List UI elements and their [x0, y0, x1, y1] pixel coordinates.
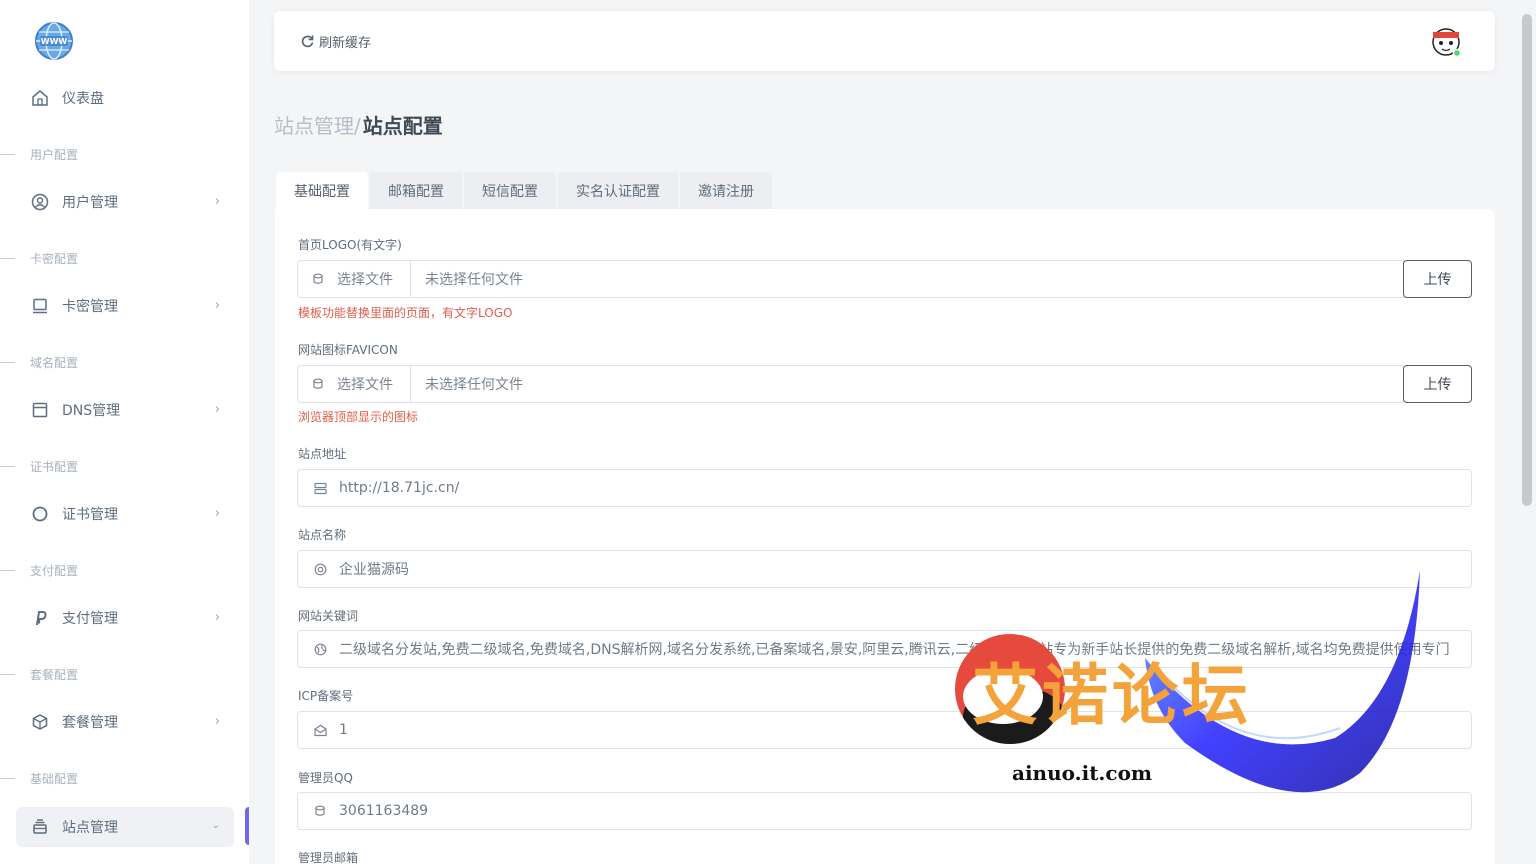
sidebar-section-payment: 支付配置: [0, 562, 78, 578]
favicon-choose-file-button[interactable]: 选择文件: [298, 366, 411, 402]
logo-choose-file-button[interactable]: 选择文件: [298, 261, 411, 297]
refresh-cache-label: 刷新缓存: [319, 35, 372, 51]
sidebar-section-basic: 基础配置: [0, 770, 78, 786]
sidebar-item-label: DNS管理: [62, 403, 121, 419]
tray-icon: [30, 817, 50, 837]
sidebar-item-package-management[interactable]: 套餐管理 ›: [16, 702, 234, 742]
chevron-right-icon: ›: [214, 506, 220, 521]
package-icon: [30, 712, 50, 732]
paypal-icon: [30, 608, 50, 628]
favicon-file-name: 未选择任何文件: [425, 377, 523, 393]
top-navbar: 刷新缓存: [274, 11, 1495, 71]
globe-icon: [313, 642, 327, 656]
chevron-right-icon: ›: [214, 402, 220, 417]
sidebar-item-dns-management[interactable]: DNS管理 ›: [16, 390, 234, 430]
tab-realname-config[interactable]: 实名认证配置: [558, 172, 678, 209]
icp-input[interactable]: 1: [297, 711, 1472, 749]
user-avatar[interactable]: [1429, 25, 1463, 59]
logo-file-name: 未选择任何文件: [425, 272, 523, 288]
icp-label: ICP备案号: [298, 689, 354, 703]
site-logo-globe-icon[interactable]: WWW: [34, 21, 74, 61]
at-sign-icon: [313, 562, 327, 576]
logo-file-input[interactable]: 选择文件 未选择任何文件: [297, 260, 1404, 298]
sidebar-item-label: 卡密管理: [62, 299, 118, 315]
chevron-right-icon: ›: [214, 194, 220, 209]
sidebar-section-card: 卡密配置: [0, 250, 78, 266]
sidebar-item-label: 证书管理: [62, 507, 118, 523]
favicon-upload-button[interactable]: 上传: [1403, 365, 1472, 403]
config-form-card: 首页LOGO(有文字) 选择文件 未选择任何文件 上传 模板功能替换里面的页面，…: [275, 209, 1495, 864]
site-url-label: 站点地址: [298, 447, 347, 461]
chevron-right-icon: ›: [214, 610, 220, 625]
sidebar-section-user: 用户配置: [0, 146, 78, 162]
tab-email-config[interactable]: 邮箱配置: [370, 172, 462, 209]
browser-window-icon: [30, 400, 50, 420]
sidebar-section-domain: 域名配置: [0, 354, 78, 370]
sidebar-item-label: 用户管理: [62, 195, 118, 211]
database-icon: [312, 378, 324, 390]
config-tabs: 基础配置 邮箱配置 短信配置 实名认证配置 邀请注册: [276, 172, 774, 209]
logo-file-group: 选择文件 未选择任何文件 上传: [297, 260, 1472, 298]
site-name-input[interactable]: 企业猫源码: [297, 550, 1472, 588]
breadcrumb-parent[interactable]: 站点管理/: [274, 110, 361, 139]
home-icon: [30, 88, 50, 108]
circle-icon: [30, 504, 50, 524]
tab-invite-register[interactable]: 邀请注册: [680, 172, 772, 209]
sidebar-item-label: 站点管理: [62, 820, 118, 836]
scrollbar-thumb[interactable]: [1522, 14, 1532, 506]
logo-upload-button[interactable]: 上传: [1403, 260, 1472, 298]
server-icon: [313, 481, 327, 495]
keywords-label: 网站关键词: [298, 609, 359, 623]
mail-open-icon: [313, 723, 327, 737]
admin-qq-input[interactable]: 3061163489: [297, 792, 1472, 830]
favicon-label: 网站图标FAVICON: [298, 343, 398, 357]
favicon-file-input[interactable]: 选择文件 未选择任何文件: [297, 365, 1404, 403]
chevron-right-icon: ›: [214, 298, 220, 313]
sidebar-section-package: 套餐配置: [0, 666, 78, 682]
sidebar-item-cert-management[interactable]: 证书管理 ›: [16, 494, 234, 534]
sidebar-item-dashboard[interactable]: 仪表盘: [16, 78, 234, 118]
tab-sms-config[interactable]: 短信配置: [464, 172, 556, 209]
admin-qq-label: 管理员QQ: [298, 771, 353, 785]
database-icon: [313, 804, 327, 818]
sidebar-item-card-management[interactable]: 卡密管理 ›: [16, 286, 234, 326]
breadcrumb: 站点管理/ 站点配置: [274, 110, 443, 139]
page-title: 站点配置: [362, 114, 443, 138]
sidebar-item-site-management[interactable]: 站点管理 ⌄: [16, 807, 234, 847]
tab-basic-config[interactable]: 基础配置: [276, 172, 368, 209]
logo-label: 首页LOGO(有文字): [298, 238, 402, 252]
sidebar-item-label: 仪表盘: [62, 91, 104, 107]
chevron-right-icon: ›: [214, 714, 220, 729]
svg-text:WWW: WWW: [41, 37, 68, 46]
sidebar: WWW 仪表盘 用户配置 用户管理 › 卡密配置 卡密管理 › 域名配置 DNS…: [0, 0, 249, 864]
site-url-input[interactable]: http://18.71jc.cn/: [297, 469, 1472, 507]
database-icon: [312, 273, 324, 285]
refresh-icon: [301, 35, 314, 48]
site-name-label: 站点名称: [298, 528, 347, 542]
active-menu-marker: [245, 807, 249, 845]
sidebar-section-cert: 证书配置: [0, 458, 78, 474]
user-circle-icon: [30, 192, 50, 212]
refresh-cache-button[interactable]: 刷新缓存: [299, 32, 371, 51]
sidebar-item-user-management[interactable]: 用户管理 ›: [16, 182, 234, 222]
monitor-icon: [30, 296, 50, 316]
sidebar-item-label: 支付管理: [62, 611, 118, 627]
favicon-hint: 浏览器顶部显示的图标: [298, 410, 419, 424]
keywords-input[interactable]: 二级域名分发站,免费二级域名,免费域名,DNS解析网,域名分发系统,已备案域名,…: [297, 630, 1472, 668]
chevron-down-icon: ⌄: [211, 820, 220, 831]
logo-hint: 模板功能替换里面的页面，有文字LOGO: [298, 306, 513, 320]
sidebar-item-label: 套餐管理: [62, 715, 118, 731]
admin-email-label: 管理员邮箱: [298, 851, 359, 864]
sidebar-item-payment-management[interactable]: 支付管理 ›: [16, 598, 234, 638]
favicon-file-group: 选择文件 未选择任何文件 上传: [297, 365, 1472, 403]
